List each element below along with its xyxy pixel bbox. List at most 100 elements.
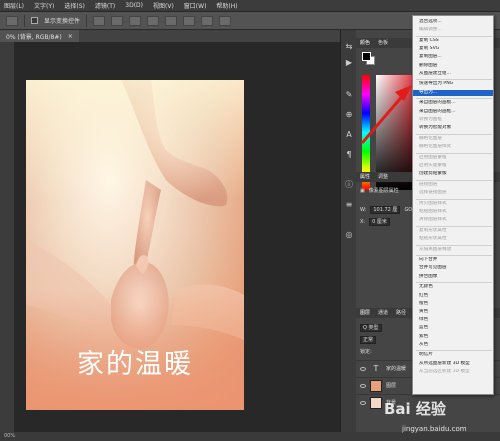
align-middle-icon[interactable]	[165, 15, 178, 26]
clone-icon[interactable]: ⊕	[344, 110, 354, 120]
menu-filter[interactable]: 滤镜(T)	[95, 1, 115, 10]
tab-properties[interactable]: 属性	[360, 172, 370, 182]
actions-icon[interactable]: ▶	[344, 58, 354, 68]
status-bar: 00%	[0, 432, 500, 441]
context-menu-item[interactable]: 来自图层的画框...	[413, 109, 493, 115]
x-row: X: 0 厘米	[360, 218, 390, 226]
context-menu-item[interactable]: 无颜色	[413, 284, 493, 290]
context-menu-item[interactable]: 灰色	[413, 342, 493, 348]
menu-select[interactable]: 选择(S)	[64, 1, 85, 10]
menu-separator	[416, 225, 492, 227]
move-tool-icon[interactable]	[6, 15, 18, 26]
blend-mode-select[interactable]: 正常	[360, 336, 377, 344]
document-title-text: 家的温暖	[77, 349, 193, 380]
context-menu-item[interactable]: 从所选图层新建 3D 模型	[413, 361, 493, 367]
properties-title-row: ▣ 像素图层属性	[360, 187, 399, 195]
context-menu-item[interactable]: 绿色	[413, 317, 493, 323]
eye-icon[interactable]	[360, 383, 366, 388]
blend-mode-row: 正常	[360, 336, 377, 344]
canvas-area[interactable]: 家的温暖	[14, 42, 340, 432]
context-menu-item[interactable]: 黄色	[413, 309, 493, 315]
distribute-icon[interactable]	[219, 15, 232, 26]
layer-name: 家的温暖	[386, 366, 407, 372]
layer-name: 图层	[386, 383, 397, 389]
menu-view[interactable]: 视图(V)	[153, 1, 174, 10]
tab-adjustments[interactable]: 调整	[378, 172, 388, 182]
context-menu-item: 选择链接图层	[419, 189, 447, 195]
width-row: W: 101.72 厘 GO	[360, 206, 412, 214]
align-center-icon[interactable]	[111, 15, 124, 26]
menu-separator	[416, 79, 492, 81]
context-menu-item[interactable]: 合并可见图层	[413, 265, 493, 271]
context-menu-item[interactable]: 从图层建立组...	[413, 71, 493, 77]
info-icon[interactable]: ⓘ	[344, 180, 354, 190]
menu-help[interactable]: 帮助(H)	[216, 1, 237, 10]
context-menu-item[interactable]: 混合选项...	[413, 19, 493, 25]
context-menu-item[interactable]: 快速导出为 PNG	[413, 81, 493, 87]
tab-color[interactable]: 颜色	[360, 38, 370, 48]
properties-icon[interactable]: ≡	[344, 200, 354, 210]
align-left-icon[interactable]	[93, 15, 106, 26]
x-field[interactable]: 0 厘米	[369, 218, 390, 226]
eye-icon[interactable]	[360, 400, 366, 405]
tab-paths[interactable]: 路径	[396, 308, 406, 318]
align-bottom-icon[interactable]	[183, 15, 196, 26]
context-menu-item[interactable]: 紫色	[413, 334, 493, 340]
context-menu-item[interactable]: 复制图层...	[413, 54, 493, 60]
document-tab[interactable]: 0% (背景, RGB/8#) ×	[0, 30, 79, 42]
tab-swatches[interactable]: 色板	[378, 38, 388, 48]
context-menu-item: 清除图层样式	[419, 216, 447, 222]
menu-type[interactable]: 文字(Y)	[34, 1, 54, 10]
width-field[interactable]: 101.72 厘	[370, 206, 401, 214]
mid-tools-strip: ⇆ ▶ ✎ ⊕ A ¶ ⓘ ≡ ◎	[340, 30, 356, 432]
context-menu-item[interactable]: 转换为智能对象	[413, 125, 493, 131]
navigator-icon[interactable]: ◎	[344, 230, 354, 240]
menu-window[interactable]: 窗口(W)	[184, 1, 207, 10]
foreground-color-swatch[interactable]	[362, 52, 371, 61]
context-menu-item[interactable]: 拼合图像	[413, 274, 493, 280]
layer-filter-row: Q 类型	[360, 324, 382, 332]
menu-layer[interactable]: 图层(L)	[4, 1, 24, 10]
context-menu-item[interactable]: 复制 SVG	[413, 46, 493, 52]
watermark-logo: Bai 经验	[384, 400, 446, 418]
context-menu-item[interactable]: 蓝色	[413, 325, 493, 331]
eye-icon[interactable]	[360, 366, 366, 371]
menu-bar: 图层(L) 文字(Y) 选择(S) 滤镜(T) 3D(D) 视图(V) 窗口(W…	[0, 0, 500, 12]
context-menu-item[interactable]: 创建剪贴蒙版	[413, 171, 493, 177]
menu-separator	[416, 255, 492, 257]
context-menu-item[interactable]: 向下合并	[413, 257, 493, 263]
context-menu-item[interactable]: 删除图层	[413, 63, 493, 69]
context-menu-item: 从当前选区新建 3D 模型	[419, 368, 470, 374]
layer-thumbnail	[370, 396, 382, 409]
context-menu-item: 栅格化图层	[419, 135, 442, 141]
context-menu-item: 粘贴形状属性	[419, 235, 447, 241]
document-canvas[interactable]: 家的温暖	[26, 80, 244, 410]
history-icon[interactable]: ⇆	[344, 42, 354, 52]
close-icon[interactable]: ×	[68, 33, 73, 40]
character-icon[interactable]: A	[344, 130, 354, 140]
context-menu-item[interactable]: 复制 CSS	[413, 38, 493, 44]
context-menu-item[interactable]: 明信片	[413, 352, 493, 358]
context-menu-item[interactable]: 红色	[413, 293, 493, 299]
menu-3d[interactable]: 3D(D)	[125, 2, 143, 9]
paragraph-icon[interactable]: ¶	[344, 150, 354, 160]
distribute-icon[interactable]	[201, 15, 214, 26]
align-right-icon[interactable]	[129, 15, 142, 26]
menu-separator	[416, 152, 492, 154]
context-menu-item[interactable]: 导出为...	[413, 89, 493, 96]
separator	[86, 14, 88, 27]
brush-icon[interactable]: ✎	[344, 90, 354, 100]
context-menu-item[interactable]: 来自图层的画板...	[413, 100, 493, 106]
show-transform-label: 显示变换控件	[44, 18, 81, 25]
kind-filter-select[interactable]: Q 类型	[360, 324, 382, 332]
tab-channels[interactable]: 通道	[378, 308, 388, 318]
context-menu-item: 复制形状属性	[419, 227, 447, 233]
context-menu-item: 转换为图框	[419, 116, 442, 122]
zoom-readout: 00%	[4, 433, 16, 439]
tab-layers[interactable]: 图层	[360, 308, 370, 318]
show-transform-checkbox[interactable]	[31, 17, 38, 24]
separator	[24, 14, 25, 27]
align-top-icon[interactable]	[147, 15, 160, 26]
context-menu-item[interactable]: 橙色	[413, 301, 493, 307]
tools-panel	[0, 42, 14, 432]
